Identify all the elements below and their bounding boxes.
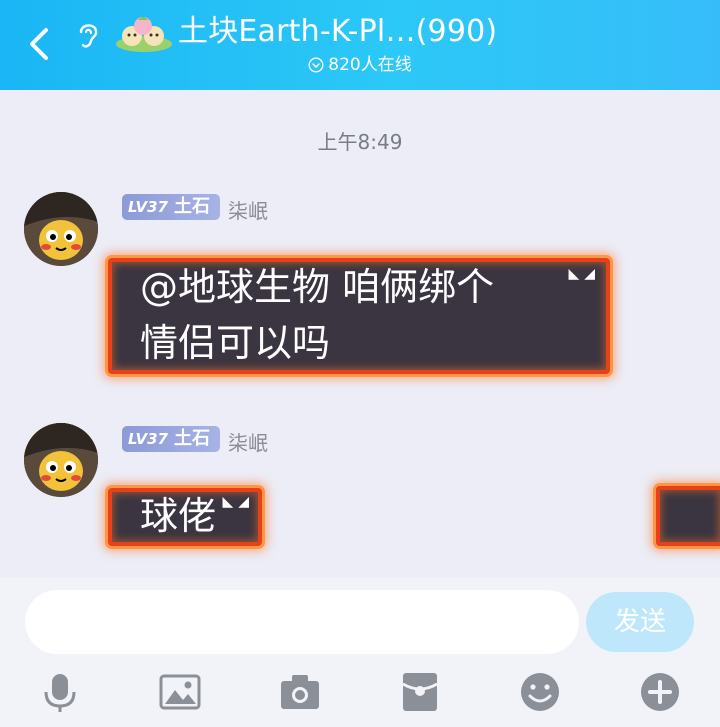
chat-title[interactable]: 土块Earth-K-Pl…(990) bbox=[178, 12, 497, 52]
level-number: LV37 bbox=[128, 198, 168, 216]
online-count-label: 820人在线 bbox=[328, 55, 412, 75]
message-input[interactable] bbox=[25, 590, 579, 654]
message-timestamp: 上午8:49 bbox=[317, 130, 403, 154]
message-bubble[interactable]: @地球生物 咱俩绑个 情侣可以吗 ◣◢ bbox=[108, 258, 610, 374]
mic-icon[interactable] bbox=[38, 670, 82, 714]
camera-icon[interactable] bbox=[278, 670, 322, 714]
group-emoji-icon bbox=[116, 17, 172, 52]
bubble-eyes-icon: ◣◢ bbox=[568, 266, 600, 282]
sender-nickname[interactable]: 柒岷 bbox=[228, 195, 268, 224]
bubble-fire-decoration bbox=[656, 486, 720, 546]
sender-nickname[interactable]: 柒岷 bbox=[228, 427, 268, 456]
emoji-icon[interactable] bbox=[518, 670, 562, 714]
bubble-eyes-icon: ◣◢ bbox=[222, 494, 254, 510]
message-text-line: 球佬 bbox=[140, 494, 217, 538]
plus-icon[interactable] bbox=[638, 670, 682, 714]
send-button[interactable]: 发送 bbox=[586, 592, 694, 652]
avatar-image bbox=[24, 192, 98, 266]
message-text-line: @地球生物 咱俩绑个 bbox=[140, 265, 495, 309]
online-count[interactable]: 820人在线 bbox=[0, 53, 720, 77]
level-title: 土石 bbox=[173, 428, 210, 449]
message-bubble[interactable]: 球佬 ◣◢ bbox=[108, 488, 262, 546]
avatar-image bbox=[24, 423, 98, 497]
avatar[interactable] bbox=[24, 423, 98, 497]
chevron-down-circle-icon bbox=[308, 57, 324, 73]
level-title: 土石 bbox=[173, 196, 210, 217]
image-icon[interactable] bbox=[158, 670, 202, 714]
avatar[interactable] bbox=[24, 192, 98, 266]
level-number: LV37 bbox=[128, 430, 168, 448]
ear-icon[interactable] bbox=[72, 18, 104, 52]
chat-header: 土块Earth-K-Pl…(990) 820人在线 bbox=[0, 0, 720, 90]
level-badge: LV37 土石 bbox=[122, 426, 220, 452]
message-text-line: 情侣可以吗 bbox=[140, 321, 331, 365]
red-packet-icon[interactable] bbox=[398, 670, 442, 714]
level-badge: LV37 土石 bbox=[122, 194, 220, 220]
input-bar: 发送 bbox=[0, 578, 720, 727]
